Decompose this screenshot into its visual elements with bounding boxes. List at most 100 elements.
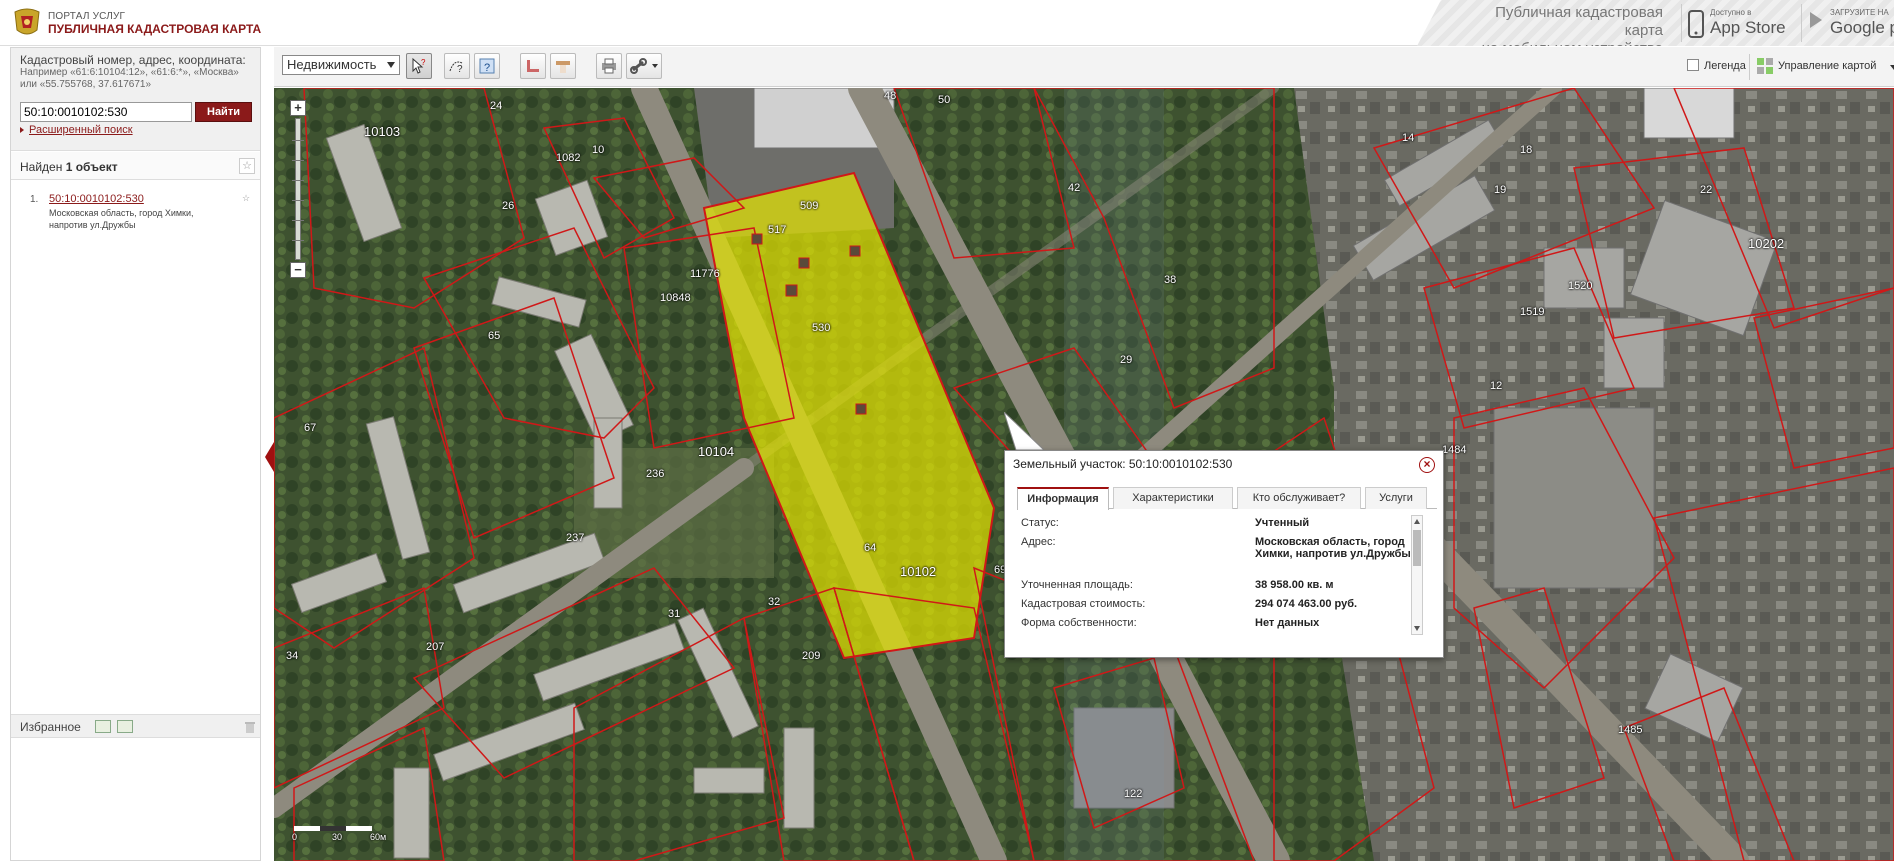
help-button[interactable]: ? xyxy=(474,53,500,79)
link-icon xyxy=(630,58,658,74)
map-label: 1484 xyxy=(1442,444,1467,456)
link-button[interactable] xyxy=(626,53,662,79)
map-label: 1520 xyxy=(1568,280,1593,292)
map-label: 10104 xyxy=(698,444,735,459)
list-item[interactable]: 1. 50:10:0010102:530 Московская область,… xyxy=(11,191,260,251)
map-label: 12 xyxy=(1490,380,1503,392)
map-label: 18 xyxy=(1520,144,1533,156)
map-control-button[interactable]: Управление картой xyxy=(1749,54,1894,80)
map-label: 207 xyxy=(426,641,445,653)
popup-scrollbar[interactable] xyxy=(1411,515,1423,635)
layer-select-value: Недвижимость xyxy=(287,57,377,72)
scroll-thumb[interactable] xyxy=(1413,530,1421,566)
map-label: 1082 xyxy=(556,152,581,164)
map-control-label: Управление картой xyxy=(1778,60,1877,72)
gplay-small: ЗАГРУЗИТЕ НА xyxy=(1830,8,1889,17)
map-label: 38 xyxy=(1164,274,1177,286)
popup-pointer xyxy=(1004,412,1044,451)
left-panel: Кадастровый номер, адрес, координата: На… xyxy=(10,47,261,861)
portal-title[interactable]: ПУБЛИЧНАЯ КАДАСТРОВАЯ КАРТА xyxy=(48,22,261,36)
chevron-down-icon xyxy=(387,62,395,68)
map-label: 122 xyxy=(1124,788,1143,800)
trash-icon[interactable] xyxy=(245,721,255,733)
zoom-tick xyxy=(292,160,304,161)
advanced-search-link[interactable]: Расширенный поиск xyxy=(20,124,133,136)
appstore-button[interactable]: Доступно в App Store xyxy=(1681,4,1791,42)
measure-button[interactable] xyxy=(520,53,546,79)
favorites-import-icon[interactable] xyxy=(95,720,111,733)
map-label: 517 xyxy=(768,224,787,236)
legend-checkbox[interactable] xyxy=(1687,59,1699,71)
print-button[interactable] xyxy=(596,53,622,79)
tab-services[interactable]: Услуги xyxy=(1365,487,1427,509)
scale-label: 60м xyxy=(370,832,387,842)
collapse-panel-tab[interactable] xyxy=(265,442,274,472)
map-label: 32 xyxy=(768,596,781,608)
tab-characteristics[interactable]: Характеристики xyxy=(1113,487,1233,509)
zoom-out-button[interactable]: − xyxy=(290,262,306,278)
map-label: 1485 xyxy=(1618,724,1643,736)
parcel-info-popup: Земельный участок: 50:10:0010102:530 × И… xyxy=(1004,450,1444,658)
header: ПОРТАЛ УСЛУГ ПУБЛИЧНАЯ КАДАСТРОВАЯ КАРТА… xyxy=(0,0,1894,46)
map-label: 509 xyxy=(800,200,819,212)
map-label: 65 xyxy=(488,330,501,342)
found-prefix: Найден xyxy=(20,160,63,174)
close-icon[interactable]: × xyxy=(1419,457,1435,473)
map-label: 530 xyxy=(812,322,831,334)
star-icon[interactable]: ☆ xyxy=(240,193,252,205)
map-label: 10102 xyxy=(900,564,937,579)
triangle-right-icon xyxy=(20,127,24,133)
google-play-button[interactable]: ЗАГРУЗИТЕ НА Google play xyxy=(1801,4,1894,42)
map-label: 10202 xyxy=(1748,236,1785,251)
gplay-big: Google play xyxy=(1830,18,1894,37)
popup-tabs: Информация Характеристики Кто обслуживае… xyxy=(1017,487,1437,510)
map-label: 19 xyxy=(1494,184,1507,196)
map-label: 10848 xyxy=(660,292,691,304)
layer-select[interactable]: Недвижимость xyxy=(282,55,400,75)
draw-button[interactable] xyxy=(550,53,576,79)
scroll-up-icon[interactable] xyxy=(1414,519,1420,524)
search-input[interactable] xyxy=(20,102,192,122)
info-value: 38 958.00 кв. м xyxy=(1255,579,1334,591)
legend-label[interactable]: Легенда xyxy=(1704,60,1746,72)
ruler-icon xyxy=(527,60,539,72)
result-link[interactable]: 50:10:0010102:530 xyxy=(49,193,144,205)
identify-tool-button[interactable]: ? xyxy=(406,53,432,79)
info-key: Статус: xyxy=(1021,517,1059,529)
mobile-apps-banner: Публичная кадастровая карта на мобильном… xyxy=(1417,0,1894,46)
map-label: 209 xyxy=(802,650,821,662)
star-icon[interactable]: ☆ xyxy=(239,158,255,174)
svg-text:?: ? xyxy=(421,58,426,67)
search-area: Кадастровый номер, адрес, координата: На… xyxy=(11,48,260,151)
found-bar: Найден 1 объект ☆ xyxy=(11,152,260,180)
area-query-button[interactable]: ? xyxy=(444,53,470,79)
map-label: 236 xyxy=(646,468,665,480)
favorites-bar: Избранное xyxy=(11,714,260,738)
scroll-down-icon[interactable] xyxy=(1414,626,1420,631)
zoom-tick xyxy=(292,200,304,201)
cursor-question-icon: ? xyxy=(412,57,426,74)
info-key: Адрес: xyxy=(1021,536,1056,548)
zoom-tick xyxy=(292,240,304,241)
result-number: 1. xyxy=(30,194,39,205)
mobile-line-1: Публичная кадастровая карта xyxy=(1495,4,1663,39)
map-label: 24 xyxy=(490,100,503,112)
grid-icon xyxy=(1757,58,1773,74)
advanced-search-label: Расширенный поиск xyxy=(29,124,133,136)
popup-title: Земельный участок: 50:10:0010102:530 xyxy=(1013,457,1233,471)
search-hint: Кадастровый номер, адрес, координата: xyxy=(20,53,246,67)
tab-info[interactable]: Информация xyxy=(1017,487,1109,510)
favorites-export-icon[interactable] xyxy=(117,720,133,733)
map-label: 50 xyxy=(938,94,951,106)
map-label: 11776 xyxy=(690,268,720,280)
scale-segment xyxy=(320,826,346,831)
printer-icon xyxy=(602,58,616,74)
coat-of-arms-icon[interactable] xyxy=(9,4,45,40)
info-key: Форма собственности: xyxy=(1021,617,1137,629)
map-label: 48 xyxy=(884,90,897,102)
map-label: 10103 xyxy=(364,124,401,139)
search-button[interactable]: Найти xyxy=(195,102,252,122)
info-value: Нет данных xyxy=(1255,617,1320,629)
tab-who-serves[interactable]: Кто обслуживает? xyxy=(1237,487,1361,509)
zoom-in-button[interactable]: + xyxy=(290,100,306,116)
